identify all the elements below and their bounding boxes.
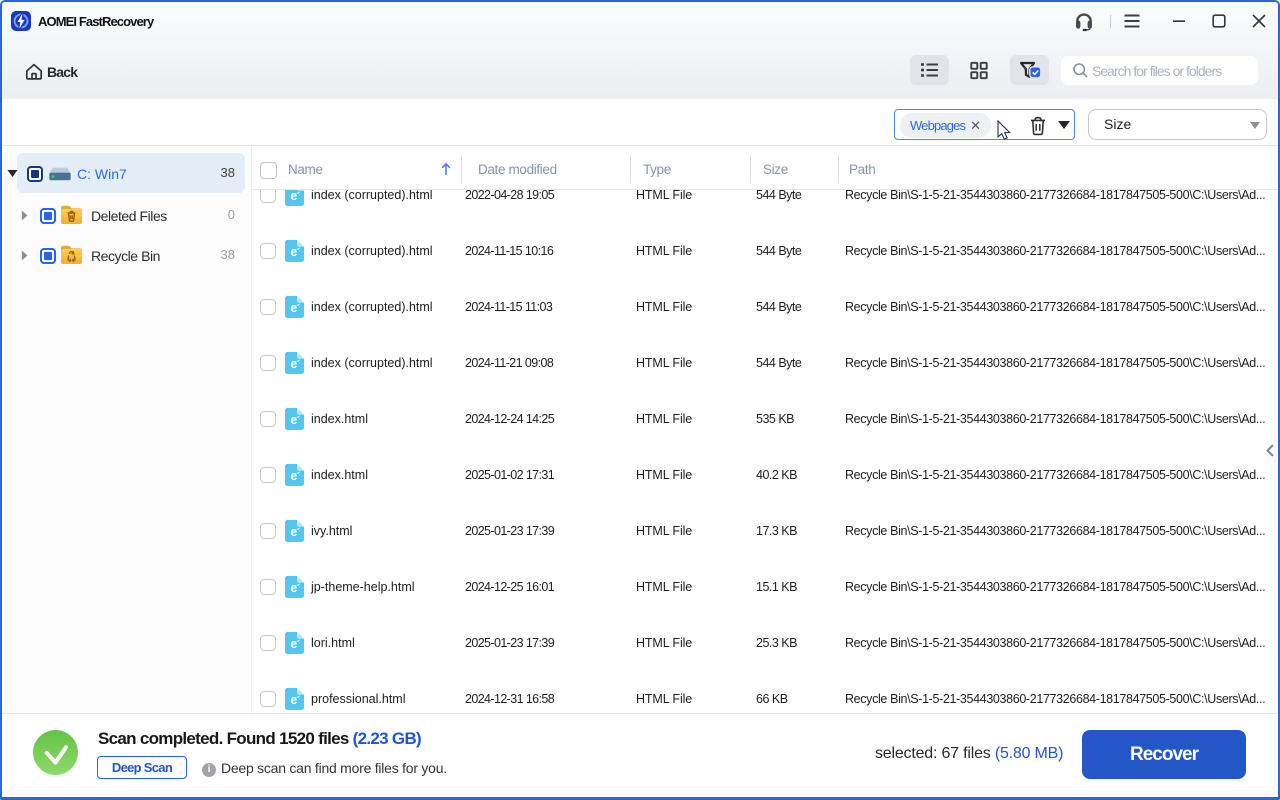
svg-text:e: e [291,693,298,707]
svg-text:e: e [291,413,298,427]
svg-text:e: e [291,581,298,595]
svg-text:e: e [291,525,298,539]
svg-text:e: e [291,190,298,203]
svg-text:e: e [291,301,298,315]
svg-text:e: e [291,357,298,371]
svg-text:e: e [291,469,298,483]
svg-text:e: e [291,637,298,651]
svg-text:e: e [291,245,298,259]
